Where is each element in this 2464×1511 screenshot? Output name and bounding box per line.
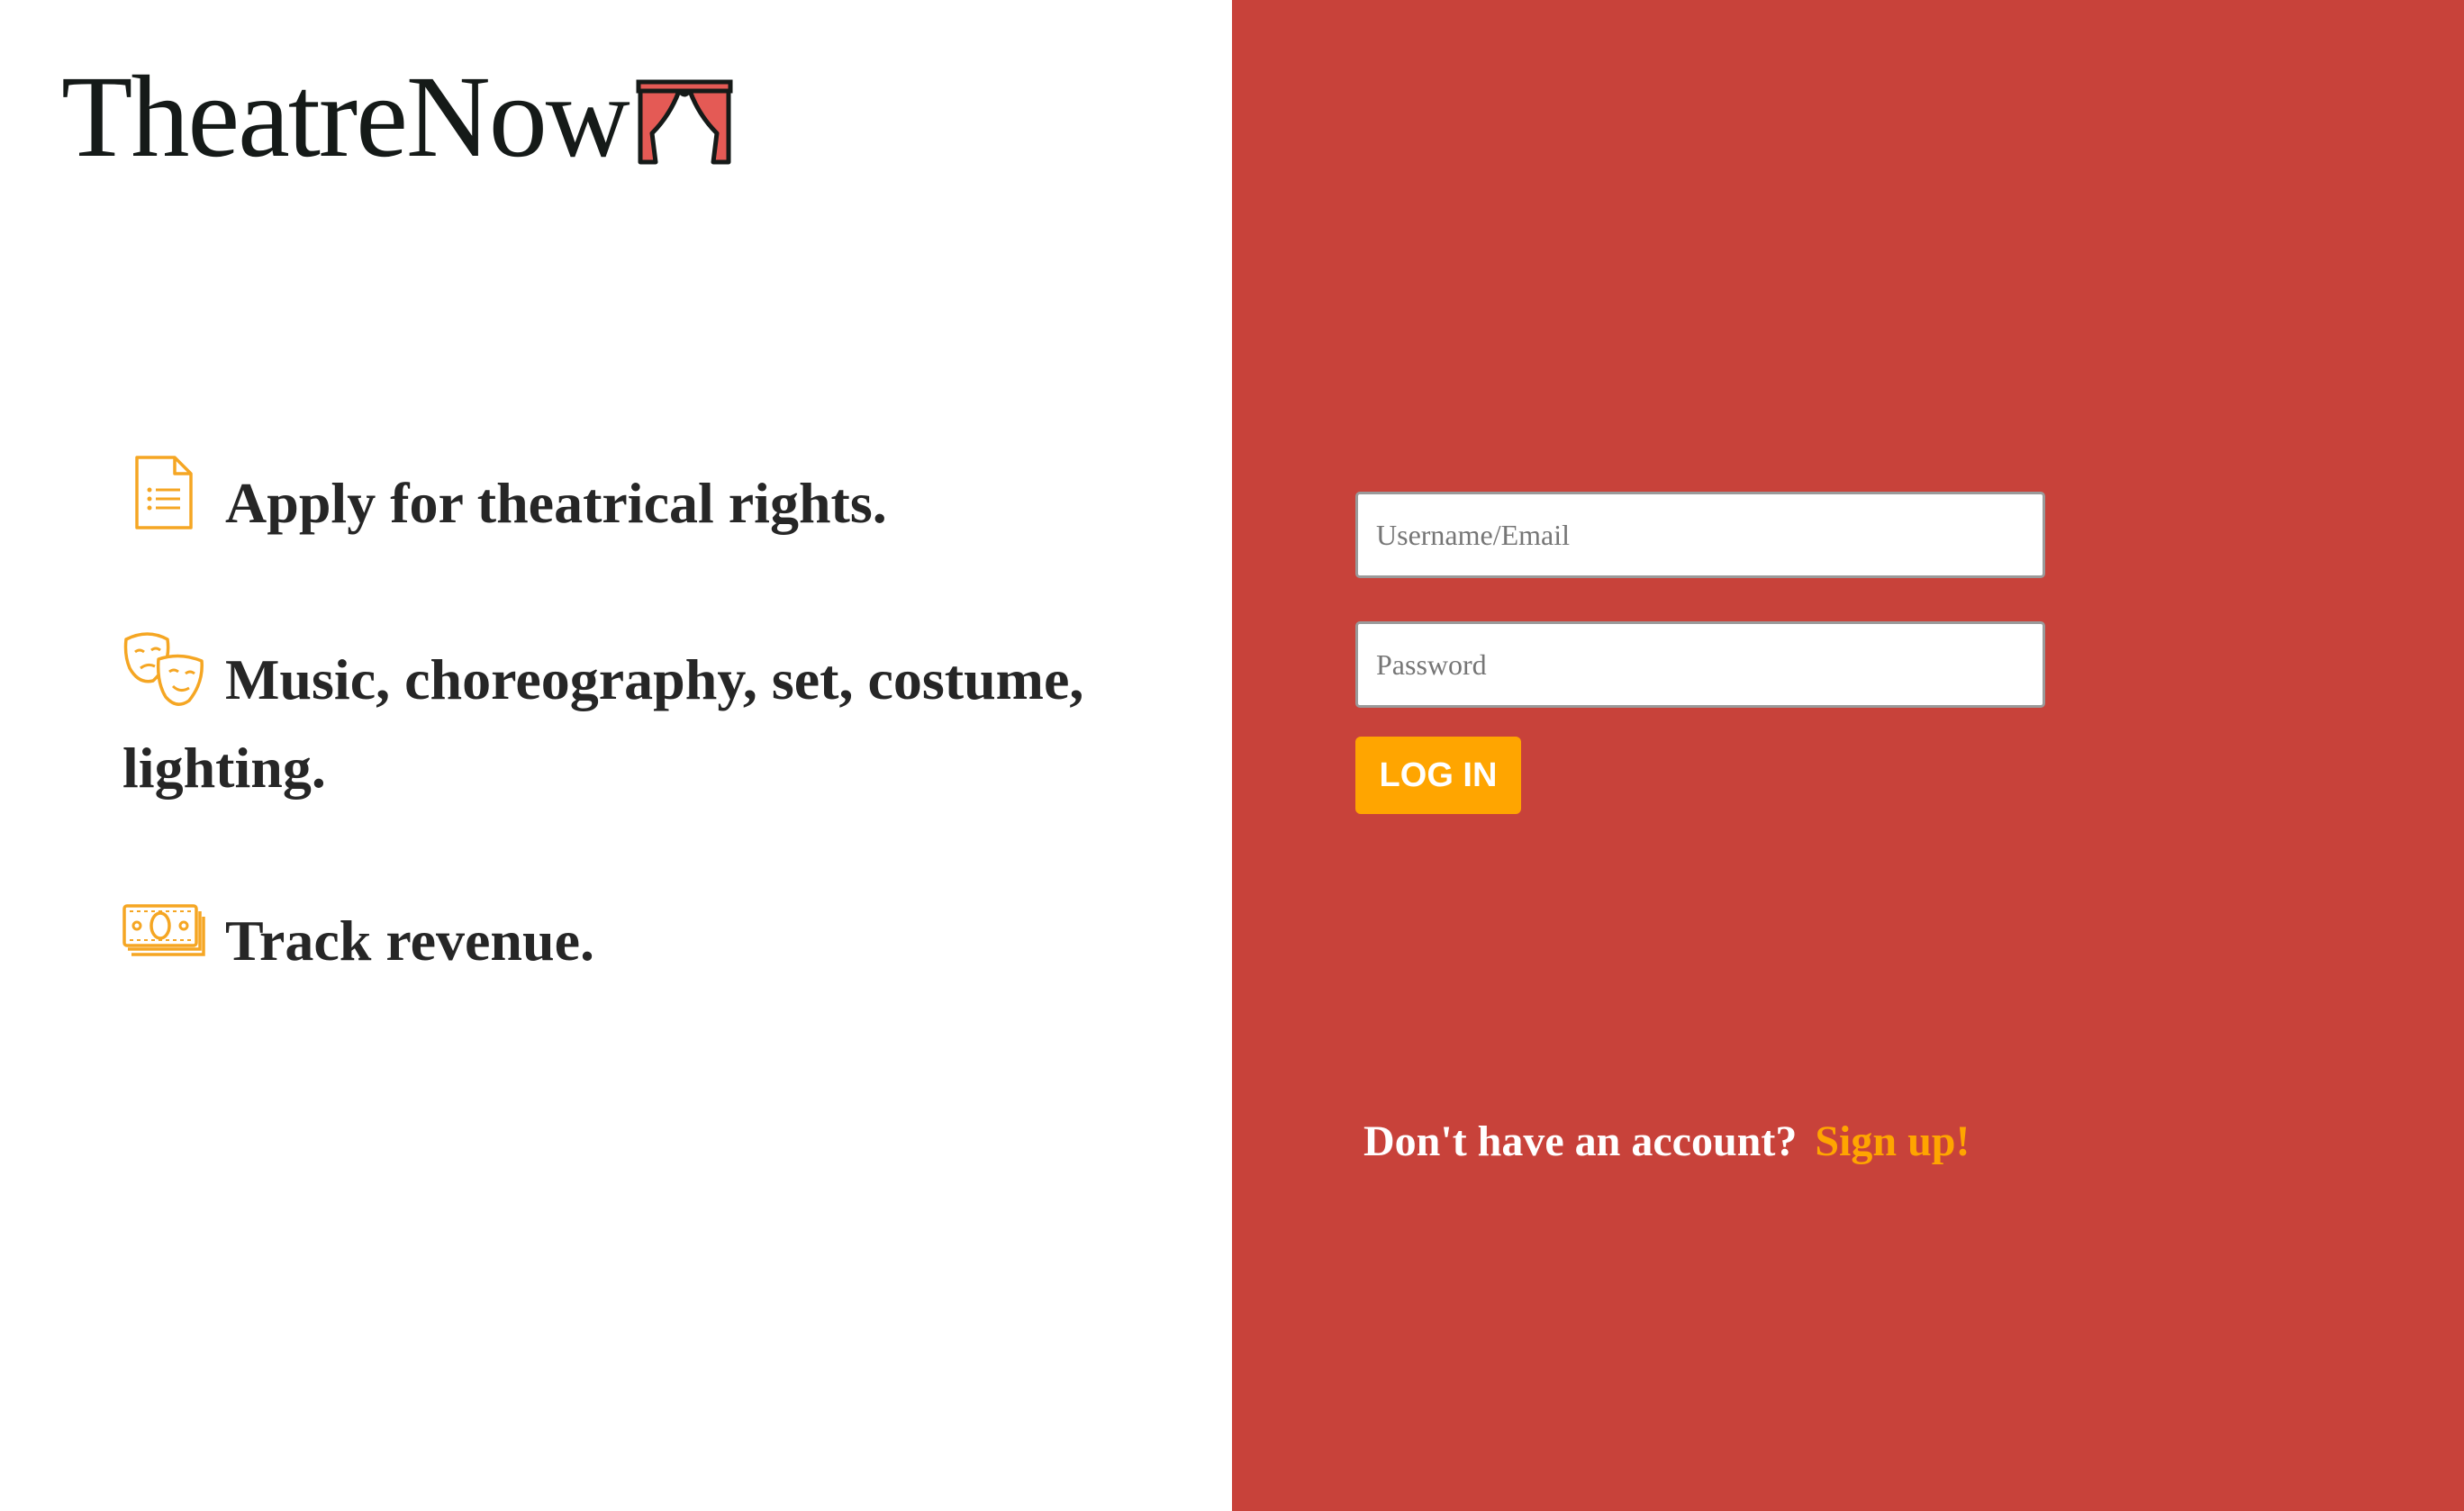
document-list-icon [135,456,193,529]
login-button[interactable]: LOG IN [1355,737,1521,814]
brand-logo: TheatreNow [61,52,733,182]
feature-text: Music, choreography, set, costume, light… [122,647,1084,800]
login-form: LOG IN [1355,492,2045,814]
feature-item-revenue: Track revenue. [122,890,1149,985]
feature-text: Apply for theatrical rights. [225,471,887,535]
username-email-field[interactable] [1355,492,2045,578]
login-page: TheatreNow Apply for theatrical rights. [0,0,2464,1511]
signup-prompt-row: Don't have an account? Sign up! [1363,1113,1970,1171]
feature-text: Track revenue. [225,909,594,973]
theatre-curtain-icon [636,79,733,165]
feature-panel: TheatreNow Apply for theatrical rights. [0,0,1232,1511]
money-stack-icon [122,904,205,956]
signup-link[interactable]: Sign up! [1815,1117,1970,1165]
feature-item-production: Music, choreography, set, costume, light… [122,629,1149,812]
brand-name: TheatreNow [61,52,630,182]
theatre-masks-icon [123,632,204,706]
password-field[interactable] [1355,621,2045,708]
feature-item-rights: Apply for theatrical rights. [122,452,1149,547]
signup-prompt-text: Don't have an account? [1363,1117,1798,1165]
